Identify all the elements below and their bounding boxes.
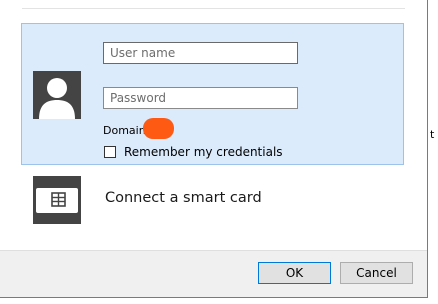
username-input[interactable]: [103, 42, 298, 64]
user-silhouette-icon: [33, 71, 81, 119]
bottom-edge: [0, 298, 438, 304]
remember-credentials-label[interactable]: Remember my credentials: [124, 145, 283, 159]
cancel-button[interactable]: Cancel: [340, 262, 413, 284]
domain-redaction: [143, 118, 174, 139]
smartcard-label: Connect a smart card: [105, 190, 262, 206]
smart-card-icon: [33, 176, 81, 224]
ok-button[interactable]: OK: [258, 262, 331, 284]
remember-credentials-checkbox[interactable]: [104, 146, 116, 158]
password-input[interactable]: [103, 87, 298, 109]
background-text-fragment: t: [430, 128, 435, 141]
top-divider: [22, 8, 405, 9]
domain-label: Domain: [103, 124, 146, 137]
